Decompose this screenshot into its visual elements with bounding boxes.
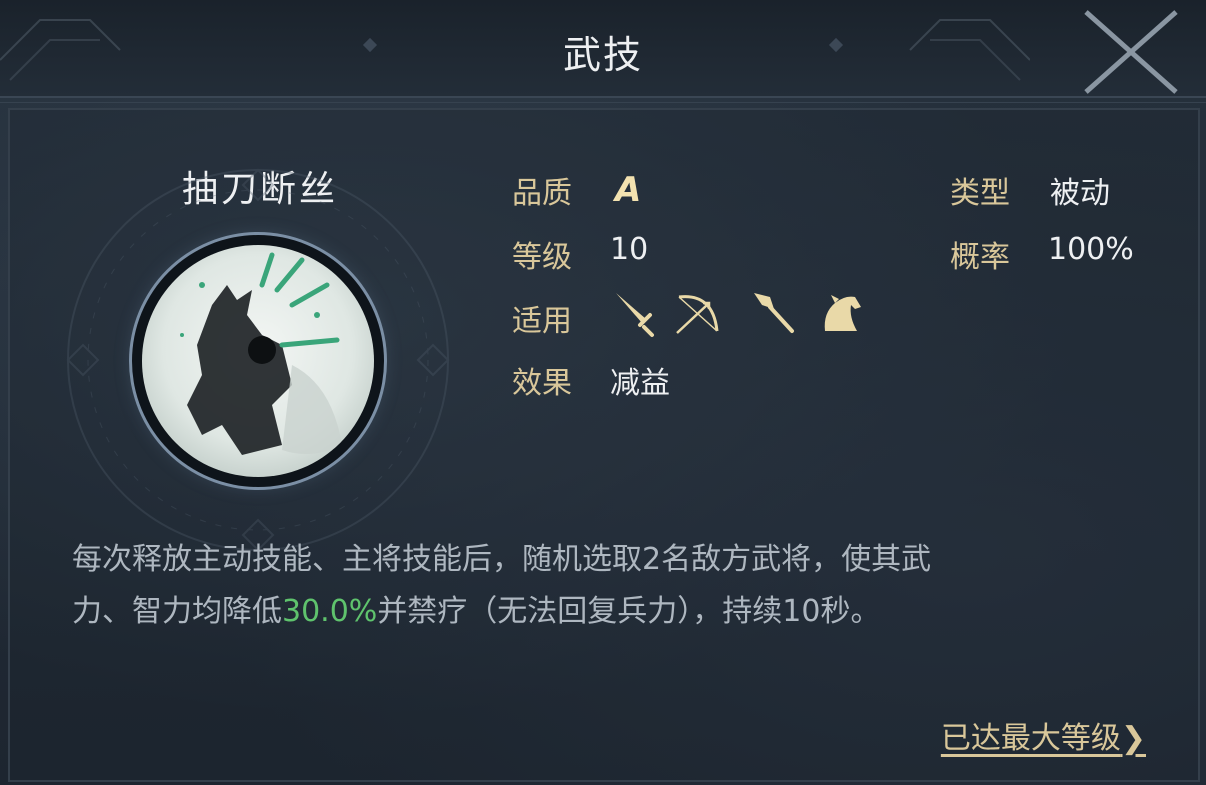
description-text: 力、智力均降低	[72, 594, 282, 629]
description-line-2: 力、智力均降低30.0%并禁疗（无法回复兵力），持续10秒。	[72, 586, 1132, 638]
effect-label: 效果	[512, 366, 572, 401]
header-divider	[0, 102, 1206, 103]
sword-icon	[616, 293, 654, 337]
applies-label: 适用	[512, 304, 572, 339]
chevron-right-icon: ❯	[1120, 721, 1146, 756]
page-title: 武技	[562, 33, 643, 77]
bow-icon	[676, 295, 719, 334]
game-logo	[1056, 2, 1196, 100]
type-value: 被动	[1050, 176, 1110, 211]
max-level-label: 已达最大等级	[940, 721, 1121, 756]
reduction-percent: 30.0%	[282, 594, 378, 629]
skill-detail-screen: 武技 抽刀断丝 品质 A 等级 10 适用 效果 减益 类型 被动 概率 100…	[0, 0, 1206, 785]
max-level-link[interactable]: 已达最大等级❯	[941, 713, 1146, 757]
effect-value: 减益	[610, 366, 670, 401]
chance-label: 概率	[950, 240, 1010, 275]
crossed-swords-icon	[1084, 10, 1178, 94]
warrior-silhouette-icon	[180, 252, 342, 455]
skill-description: 每次释放主动技能、主将技能后，随机选取2名敌方武将，使其武 力、智力均降低30.…	[72, 534, 1132, 638]
description-text: 并禁疗（无法回复兵力），持续10秒。	[377, 594, 881, 629]
skill-portrait[interactable]	[142, 245, 374, 477]
description-line-1: 每次释放主动技能、主将技能后，随机选取2名敌方武将，使其武	[72, 542, 932, 577]
level-label: 等级	[512, 240, 572, 275]
chance-value: 100%	[1048, 232, 1134, 267]
horse-icon	[824, 295, 861, 331]
quality-label: 品质	[512, 176, 572, 211]
header-bar: 武技	[0, 0, 1206, 98]
spear-icon	[754, 293, 794, 333]
level-value: 10	[610, 232, 649, 267]
type-label: 类型	[950, 176, 1010, 211]
quality-value: A	[615, 170, 642, 210]
